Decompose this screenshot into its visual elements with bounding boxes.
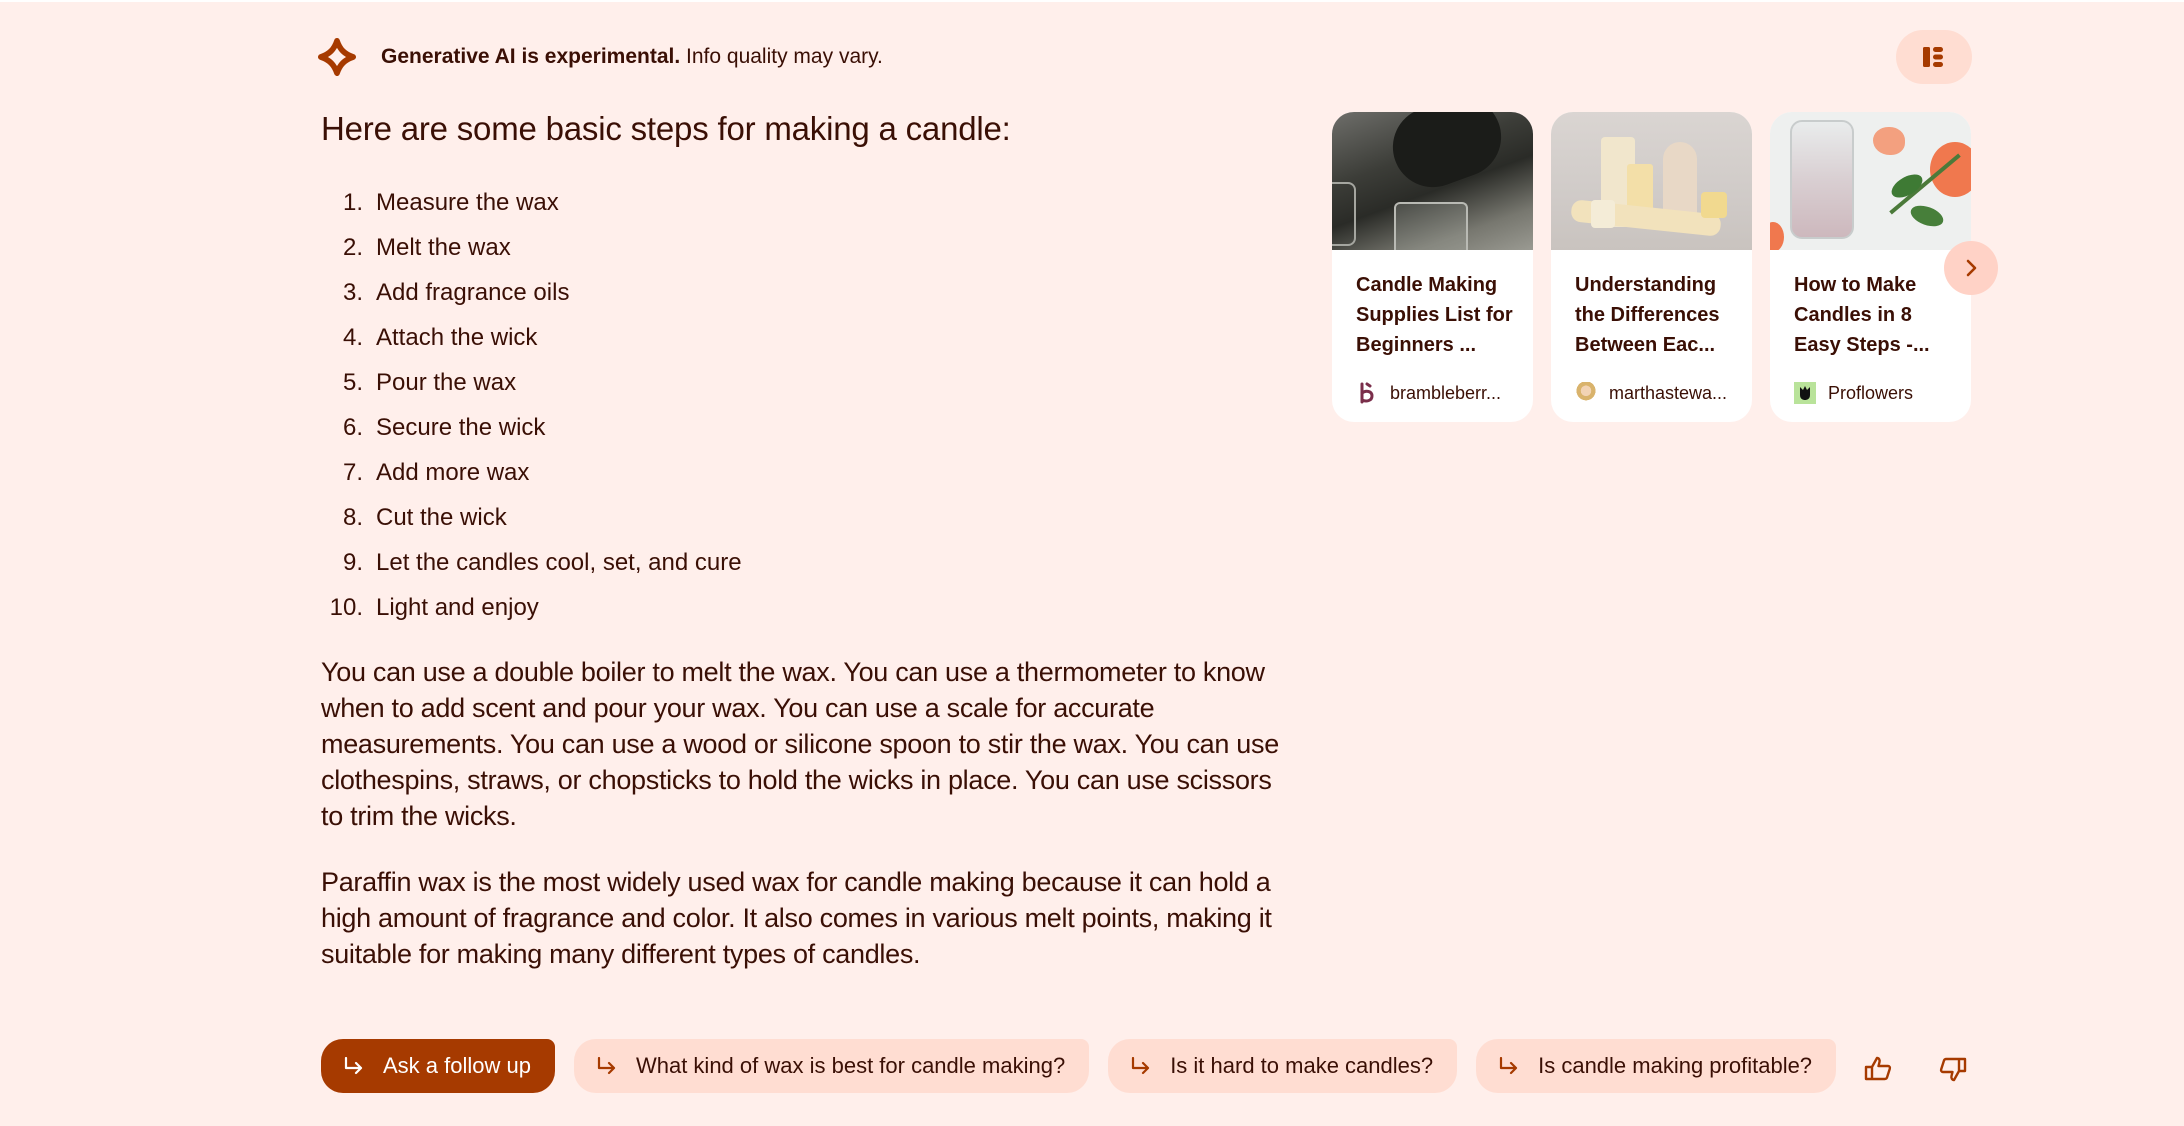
notice-rest: Info quality may vary. bbox=[680, 45, 883, 68]
step-item: 7. Add more wax bbox=[321, 450, 742, 495]
step-text: Secure the wick bbox=[376, 413, 546, 441]
ask-follow-up-label: Ask a follow up bbox=[383, 1053, 531, 1078]
thumbs-up-button[interactable] bbox=[1858, 1050, 1898, 1088]
follow-up-arrow-icon bbox=[343, 1057, 365, 1075]
beeswax-candles-photo bbox=[1551, 112, 1752, 250]
suggestion-chip[interactable]: Is it hard to make candles? bbox=[1108, 1039, 1458, 1093]
step-text: Pour the wax bbox=[376, 368, 517, 396]
source-card-title: Candle Making Supplies List for Beginner… bbox=[1356, 274, 1513, 356]
step-item: 4. Attach the wick bbox=[321, 315, 742, 360]
step-number: 8. bbox=[342, 503, 363, 531]
step-number: 6. bbox=[342, 413, 363, 441]
source-card-site: marthastewa... bbox=[1551, 382, 1752, 404]
step-text: Cut the wick bbox=[376, 503, 507, 531]
answer-heading: Here are some basic steps for making a c… bbox=[321, 110, 1011, 147]
source-carousel: Candle Making Supplies List for Beginner… bbox=[1332, 112, 1971, 422]
step-item: 1. Measure the wax bbox=[321, 180, 742, 225]
notice-bold: Generative AI is experimental. bbox=[381, 45, 681, 68]
step-number: 9. bbox=[342, 548, 363, 576]
step-text: Melt the wax bbox=[376, 233, 511, 261]
source-card-title: Understanding the Differences Between Ea… bbox=[1575, 274, 1720, 356]
thumbs-down-button[interactable] bbox=[1933, 1050, 1973, 1088]
marthastewart-favicon bbox=[1575, 382, 1597, 404]
step-number: 7. bbox=[342, 458, 363, 486]
step-number: 10. bbox=[329, 593, 363, 621]
step-item: 10. Light and enjoy bbox=[321, 585, 742, 630]
step-item: 8. Cut the wick bbox=[321, 495, 742, 540]
source-site-name: Proflowers bbox=[1828, 382, 1914, 403]
carousel-next-button[interactable] bbox=[1944, 241, 1998, 295]
chevron-right-icon bbox=[1966, 259, 1977, 277]
step-text: Attach the wick bbox=[376, 323, 538, 351]
step-item: 5. Pour the wax bbox=[321, 360, 742, 405]
suggestion-chip[interactable]: What kind of wax is best for candle maki… bbox=[573, 1039, 1090, 1093]
source-site-name: brambleberr... bbox=[1390, 382, 1502, 403]
proflowers-favicon bbox=[1794, 382, 1816, 404]
source-card[interactable]: Candle Making Supplies List for Beginner… bbox=[1332, 112, 1533, 422]
follow-up-arrow-icon bbox=[1498, 1057, 1520, 1075]
answer-paragraph-paraffin: Paraffin wax is the most widely used wax… bbox=[321, 867, 1272, 969]
follow-up-arrow-icon bbox=[1130, 1057, 1152, 1075]
suggestion-label: Is it hard to make candles? bbox=[1170, 1053, 1434, 1078]
sparkle-icon bbox=[318, 38, 356, 76]
step-number: 3. bbox=[342, 278, 363, 306]
step-number: 2. bbox=[342, 233, 363, 261]
step-number: 5. bbox=[342, 368, 363, 396]
source-card-site: Proflowers bbox=[1770, 382, 1971, 404]
step-text: Add more wax bbox=[376, 458, 530, 486]
answer-paragraph-tools: You can use a double boiler to melt the … bbox=[321, 657, 1279, 831]
suggestion-label: What kind of wax is best for candle maki… bbox=[635, 1053, 1066, 1078]
step-item: 9. Let the candles cool, set, and cure bbox=[321, 540, 742, 585]
step-text: Measure the wax bbox=[376, 188, 559, 216]
followup-chips: Ask a follow up What kind of wax is best… bbox=[321, 1039, 1837, 1093]
step-item: 2. Melt the wax bbox=[321, 225, 742, 270]
source-card-site: brambleberr... bbox=[1332, 382, 1533, 404]
source-card[interactable]: How to Make Candles in 8 Easy Steps -...… bbox=[1770, 112, 1971, 422]
step-item: 3. Add fragrance oils bbox=[321, 270, 742, 315]
panel-toggle-button[interactable] bbox=[1896, 30, 1972, 84]
side-panel-icon bbox=[1923, 47, 1943, 67]
notice-text: Generative AI is experimental. Info qual… bbox=[381, 45, 883, 69]
source-card[interactable]: Understanding the Differences Between Ea… bbox=[1551, 112, 1752, 422]
thumbs-down-icon bbox=[1939, 1057, 1967, 1082]
jar-candle-roses-photo bbox=[1770, 112, 1971, 250]
step-number: 4. bbox=[342, 323, 363, 351]
step-text: Light and enjoy bbox=[376, 593, 539, 621]
step-text: Add fragrance oils bbox=[376, 278, 570, 306]
suggestion-chip[interactable]: Is candle making profitable? bbox=[1476, 1039, 1837, 1093]
ask-follow-up-button[interactable]: Ask a follow up bbox=[321, 1039, 555, 1093]
ai-notice: Generative AI is experimental. Info qual… bbox=[318, 37, 883, 77]
step-number: 1. bbox=[342, 188, 363, 216]
pouring-wax-photo bbox=[1332, 112, 1533, 250]
thumbs-up-icon bbox=[1864, 1056, 1892, 1081]
source-site-name: marthastewa... bbox=[1609, 382, 1728, 403]
step-text: Let the candles cool, set, and cure bbox=[376, 548, 742, 576]
step-item: 6. Secure the wick bbox=[321, 405, 742, 450]
steps-list: 1. Measure the wax 2. Melt the wax 3. Add f… bbox=[321, 180, 742, 630]
follow-up-arrow-icon bbox=[596, 1057, 618, 1075]
source-card-title: How to Make Candles in 8 Easy Steps -... bbox=[1794, 274, 1930, 356]
suggestion-label: Is candle making profitable? bbox=[1538, 1053, 1813, 1078]
brambleberry-favicon bbox=[1356, 382, 1378, 404]
